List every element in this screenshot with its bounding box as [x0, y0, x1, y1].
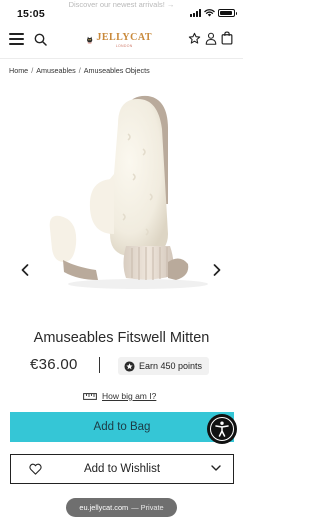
price-divider — [99, 357, 101, 373]
product-price: €36.00 — [30, 356, 78, 373]
breadcrumb-home[interactable]: Home — [9, 66, 28, 75]
accessibility-icon — [210, 417, 234, 441]
breadcrumb-amuseables[interactable]: Amuseables — [36, 66, 76, 75]
browser-url-bar[interactable]: eu.jellycat.com — Private — [66, 498, 177, 517]
battery-icon — [218, 9, 237, 17]
add-to-wishlist-button[interactable]: Add to Wishlist — [10, 454, 234, 484]
prev-image-button[interactable] — [17, 262, 33, 278]
cat-logo-icon — [86, 36, 93, 44]
breadcrumb: Home / Amuseables / Amuseables Objects — [9, 66, 150, 75]
breadcrumb-separator: / — [31, 66, 34, 75]
accessibility-button[interactable] — [207, 414, 237, 444]
logo-subtitle: LONDON — [115, 43, 133, 48]
private-mode-label: — Private — [131, 503, 164, 512]
header-divider — [0, 58, 243, 59]
menu-icon[interactable] — [9, 33, 24, 45]
size-guide-link[interactable]: How big am I? — [83, 391, 156, 401]
chevron-down-icon[interactable] — [211, 465, 221, 471]
add-to-bag-button[interactable]: Add to Bag — [10, 412, 234, 442]
cellular-signal-icon — [190, 9, 201, 17]
site-header: JELLYCAT LONDON — [0, 22, 243, 58]
battery-level — [220, 11, 232, 15]
add-to-wishlist-label: Add to Wishlist — [83, 463, 161, 475]
search-icon[interactable] — [34, 33, 47, 46]
reward-points-text: Earn 450 points — [139, 361, 203, 371]
product-image[interactable] — [18, 84, 226, 294]
next-image-button[interactable] — [209, 262, 225, 278]
size-guide-text[interactable]: How big am I? — [102, 391, 156, 401]
star-icon[interactable] — [188, 32, 201, 45]
breadcrumb-separator: / — [78, 66, 81, 75]
reward-points-badge: Earn 450 points — [118, 357, 210, 375]
bag-icon[interactable] — [221, 31, 233, 45]
status-time: 15:05 — [17, 8, 45, 20]
wifi-icon — [204, 9, 215, 17]
breadcrumb-amuseables-objects[interactable]: Amuseables Objects — [84, 66, 150, 75]
jellycat-logo[interactable]: JELLYCAT LONDON — [86, 25, 152, 55]
ruler-icon — [83, 392, 97, 400]
status-icons — [190, 9, 237, 17]
browser-url: eu.jellycat.com — [79, 503, 129, 512]
points-star-icon — [124, 360, 135, 372]
heart-icon — [29, 463, 42, 475]
account-icon[interactable] — [205, 32, 217, 45]
product-title: Amuseables Fitswell Mitten — [33, 330, 210, 346]
logo-wordmark: JELLYCAT — [96, 31, 152, 43]
